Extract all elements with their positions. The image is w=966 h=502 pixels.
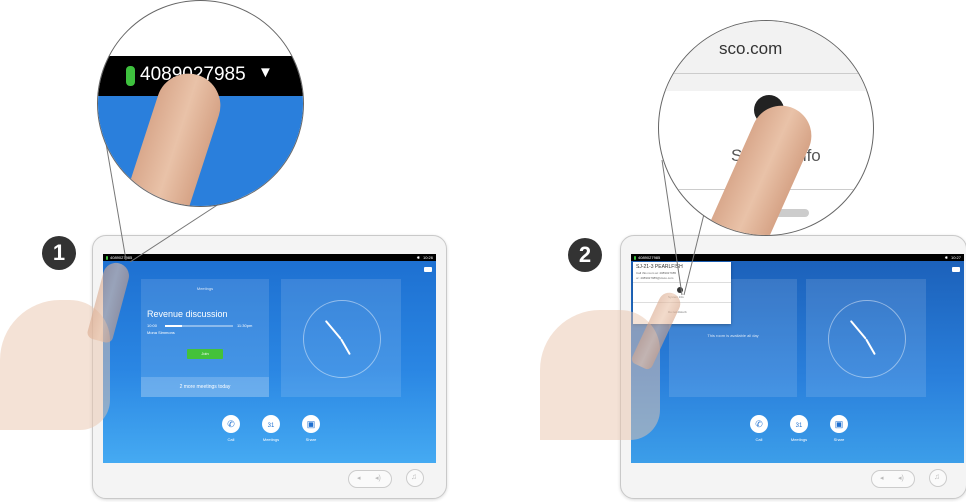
- mute-button[interactable]: ♫: [406, 469, 424, 487]
- calendar-icon-2: 31: [795, 423, 803, 429]
- status-time: 10:26: [422, 255, 433, 260]
- zoom-status-indicator-icon: [126, 66, 135, 86]
- clock-card-2: [806, 279, 926, 397]
- status-indicator-icon-2: [634, 255, 636, 260]
- call-label-2: Call: [755, 437, 763, 442]
- status-time-2: 10:27: [950, 255, 961, 260]
- call-label: Call: [227, 437, 235, 442]
- mute-button-2[interactable]: ♫: [929, 469, 947, 487]
- phone-icon-2: ✆: [755, 419, 763, 429]
- bluetooth-icon-2: ✱: [944, 255, 948, 260]
- call-button-2[interactable]: ✆: [750, 415, 768, 433]
- share-label: Share: [305, 437, 317, 442]
- hand-illustration-2: [540, 310, 660, 440]
- join-button[interactable]: Join: [187, 349, 223, 359]
- share-icon: ▣: [306, 419, 316, 429]
- popup-divider-2: [633, 302, 731, 303]
- meeting-start-time: 10:00: [147, 323, 158, 328]
- volume-buttons-2[interactable]: ◂ ◂): [871, 470, 915, 488]
- volume-down-icon-2[interactable]: ◂: [880, 474, 884, 482]
- zoom-dropdown-icon[interactable]: ▼: [258, 64, 273, 81]
- meeting-progress-track: [165, 325, 233, 327]
- meetings-label: Meetings: [262, 437, 280, 442]
- volume-up-icon[interactable]: ◂): [375, 474, 381, 482]
- camera-icon-2[interactable]: [952, 267, 960, 272]
- meetings-label-2: Meetings: [790, 437, 808, 442]
- meeting-progress-fill: [165, 325, 182, 327]
- step-1-badge: 1: [42, 236, 76, 270]
- more-meetings-link[interactable]: 2 more meetings today: [141, 377, 269, 397]
- zoom-magnifier-1: 4089027985 ▼: [97, 0, 304, 207]
- microphone-icon: ♫: [411, 472, 417, 481]
- microphone-icon-2: ♫: [934, 472, 940, 481]
- meetings-button-2[interactable]: 31: [790, 415, 808, 433]
- touch-screen-1: 4089027985 10:26 ✱ Meetings Revenue disc…: [103, 254, 436, 463]
- volume-buttons[interactable]: ◂ ◂): [348, 470, 392, 488]
- bluetooth-icon: ✱: [416, 255, 420, 260]
- share-label-2: Share: [833, 437, 845, 442]
- meetings-button[interactable]: 31: [262, 415, 280, 433]
- share-button[interactable]: ▣: [302, 415, 320, 433]
- available-text: This room is available all day: [707, 333, 759, 338]
- zoom-domain: sco.com: [719, 39, 783, 58]
- touch-panel-device-1: 4089027985 10:26 ✱ Meetings Revenue disc…: [92, 235, 447, 499]
- share-button-2[interactable]: ▣: [830, 415, 848, 433]
- step-2-badge: 2: [568, 238, 602, 272]
- meeting-title: Revenue discussion: [147, 309, 228, 319]
- volume-down-icon[interactable]: ◂: [357, 474, 361, 482]
- share-icon-2: ▣: [834, 419, 844, 429]
- meeting-host: Mona Simmons: [147, 330, 175, 335]
- meeting-card: Meetings Revenue discussion 10:00 11:30p…: [141, 279, 269, 397]
- camera-icon[interactable]: [424, 267, 432, 272]
- meeting-end-time: 11:30pm: [237, 323, 253, 328]
- zoom-magnifier-2: sco.com System Info: [658, 20, 874, 236]
- call-button[interactable]: ✆: [222, 415, 240, 433]
- zoom-divider: [659, 73, 873, 74]
- calendar-icon: 31: [267, 423, 275, 429]
- volume-up-icon-2[interactable]: ◂): [898, 474, 904, 482]
- meetings-header: Meetings: [196, 286, 214, 291]
- phone-icon: ✆: [227, 419, 235, 429]
- clock-card: [281, 279, 401, 397]
